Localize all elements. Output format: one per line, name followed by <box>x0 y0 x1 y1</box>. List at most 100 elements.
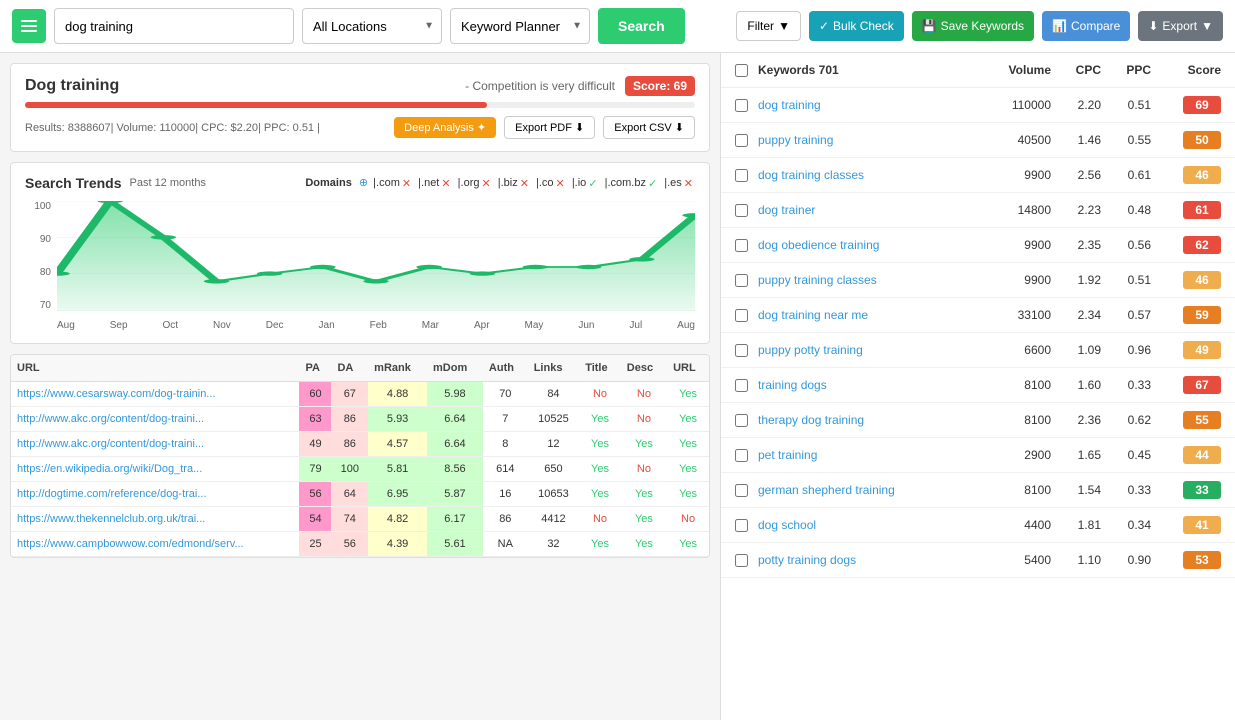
chart-y-labels: 100 90 80 70 <box>25 201 55 311</box>
keyword-score: 33 <box>1151 481 1221 499</box>
export-pdf-button[interactable]: Export PDF ⬇ <box>504 116 595 139</box>
keyword-checkbox[interactable] <box>735 519 748 532</box>
deep-analysis-button[interactable]: Deep Analysis ✦ <box>394 117 496 138</box>
score-pill: 69 <box>1183 96 1221 114</box>
keyword-link[interactable]: potty training dogs <box>758 553 981 567</box>
location-select-wrapper: All Locations <box>302 8 442 44</box>
export-button[interactable]: ⬇ Export ▼ <box>1138 11 1223 41</box>
domain-io: |.io ✓ <box>572 177 598 190</box>
x-feb: Feb <box>370 320 387 331</box>
compare-button[interactable]: 📊 Compare <box>1042 11 1130 41</box>
col-links: Links <box>528 355 579 382</box>
url-link[interactable]: https://www.thekennelclub.org.uk/trai... <box>17 513 205 525</box>
keyword-checkbox[interactable] <box>735 274 748 287</box>
keyword-ppc: 0.34 <box>1101 518 1151 532</box>
keyword-cpc: 1.60 <box>1051 378 1101 392</box>
auth-cell: 614 <box>483 457 528 482</box>
da-cell: 74 <box>331 507 368 532</box>
keyword-checkbox[interactable] <box>735 344 748 357</box>
auth-cell: 86 <box>483 507 528 532</box>
keyword-checkbox[interactable] <box>735 204 748 217</box>
keyword-link[interactable]: puppy training classes <box>758 273 981 287</box>
col-mrank: mRank <box>368 355 427 382</box>
da-cell: 64 <box>331 482 368 507</box>
score-meta-text: Results: 8388607| Volume: 110000| CPC: $… <box>25 122 386 134</box>
export-csv-button[interactable]: Export CSV ⬇ <box>603 116 695 139</box>
keyword-link[interactable]: dog school <box>758 518 981 532</box>
keyword-row: therapy dog training 8100 2.36 0.62 55 <box>721 403 1235 438</box>
keyword-checkbox[interactable] <box>735 169 748 182</box>
url-link[interactable]: https://en.wikipedia.org/wiki/Dog_tra... <box>17 463 202 475</box>
keyword-link[interactable]: dog training <box>758 98 981 112</box>
save-keywords-button[interactable]: 💾 Save Keywords <box>912 11 1034 41</box>
keyword-row: puppy training classes 9900 1.92 0.51 46 <box>721 263 1235 298</box>
table-row: http://www.akc.org/content/dog-traini...… <box>11 407 709 432</box>
links-cell: 10525 <box>528 407 579 432</box>
keyword-checkbox[interactable] <box>735 99 748 112</box>
x-nov: Nov <box>213 320 231 331</box>
keyword-link[interactable]: dog obedience training <box>758 238 981 252</box>
table-row: http://dogtime.com/reference/dog-trai...… <box>11 482 709 507</box>
keyword-checkbox[interactable] <box>735 379 748 392</box>
filter-label: Filter <box>747 19 774 33</box>
url-link[interactable]: http://dogtime.com/reference/dog-trai... <box>17 488 207 500</box>
keyword-select-all-checkbox[interactable] <box>735 64 748 77</box>
bulk-check-icon: ✓ <box>819 19 829 33</box>
keyword-link[interactable]: puppy potty training <box>758 343 981 357</box>
keyword-link[interactable]: training dogs <box>758 378 981 392</box>
pa-cell: 25 <box>299 532 331 557</box>
col-title: Title <box>579 355 621 382</box>
keyword-volume: 110000 <box>981 98 1051 112</box>
links-cell: 10653 <box>528 482 579 507</box>
keyword-link[interactable]: puppy training <box>758 133 981 147</box>
pa-cell: 79 <box>299 457 331 482</box>
mdom-cell: 6.64 <box>427 407 483 432</box>
pa-cell: 56 <box>299 482 331 507</box>
desc-cell: Yes <box>621 482 667 507</box>
keyword-link[interactable]: german shepherd training <box>758 483 981 497</box>
keyword-checkbox[interactable] <box>735 449 748 462</box>
filter-button[interactable]: Filter ▼ <box>736 11 801 41</box>
keyword-row: dog training 110000 2.20 0.51 69 <box>721 88 1235 123</box>
domain-co: |.co ✕ <box>536 177 565 190</box>
keyword-checkbox[interactable] <box>735 134 748 147</box>
keyword-checkbox[interactable] <box>735 554 748 567</box>
tool-select[interactable]: Keyword Planner <box>450 8 590 44</box>
x-aug-2: Aug <box>677 320 695 331</box>
location-select[interactable]: All Locations <box>302 8 442 44</box>
export-chevron-icon: ▼ <box>1201 19 1213 33</box>
domain-net: |.net ✕ <box>418 177 450 190</box>
keyword-link[interactable]: dog trainer <box>758 203 981 217</box>
url-table-section: URL PA DA mRank mDom Auth Links Title De… <box>10 354 710 558</box>
search-button[interactable]: Search <box>598 8 685 44</box>
url-link[interactable]: http://www.akc.org/content/dog-traini... <box>17 413 204 425</box>
url-link[interactable]: https://www.campbowwow.com/edmond/serv..… <box>17 538 244 550</box>
keyword-link[interactable]: dog training classes <box>758 168 981 182</box>
keyword-link[interactable]: dog training near me <box>758 308 981 322</box>
url-link[interactable]: http://www.akc.org/content/dog-traini... <box>17 438 204 450</box>
keyword-link[interactable]: therapy dog training <box>758 413 981 427</box>
keyword-link[interactable]: pet training <box>758 448 981 462</box>
keyword-checkbox[interactable] <box>735 309 748 322</box>
keyword-checkbox[interactable] <box>735 414 748 427</box>
chart-x-labels: Aug Sep Oct Nov Dec Jan Feb Mar Apr May … <box>57 320 695 331</box>
col-auth: Auth <box>483 355 528 382</box>
url-val-cell: Yes <box>667 457 709 482</box>
keyword-score: 46 <box>1151 271 1221 289</box>
keyword-checkbox[interactable] <box>735 239 748 252</box>
keyword-score: 67 <box>1151 376 1221 394</box>
search-input[interactable] <box>54 8 294 44</box>
x-jul: Jul <box>629 320 642 331</box>
score-pill: 67 <box>1183 376 1221 394</box>
bulk-check-button[interactable]: ✓ Bulk Check <box>809 11 904 41</box>
keyword-volume: 2900 <box>981 448 1051 462</box>
chart-content <box>57 201 695 311</box>
url-link[interactable]: https://www.cesarsway.com/dog-trainin... <box>17 388 215 400</box>
domain-com: |.com ✕ <box>373 177 411 190</box>
score-meta: Results: 8388607| Volume: 110000| CPC: $… <box>25 116 695 139</box>
table-row: https://en.wikipedia.org/wiki/Dog_tra...… <box>11 457 709 482</box>
domain-plus-icon[interactable]: ⊕ <box>359 177 368 189</box>
keyword-checkbox[interactable] <box>735 484 748 497</box>
pa-cell: 63 <box>299 407 331 432</box>
mrank-cell: 5.81 <box>368 457 427 482</box>
